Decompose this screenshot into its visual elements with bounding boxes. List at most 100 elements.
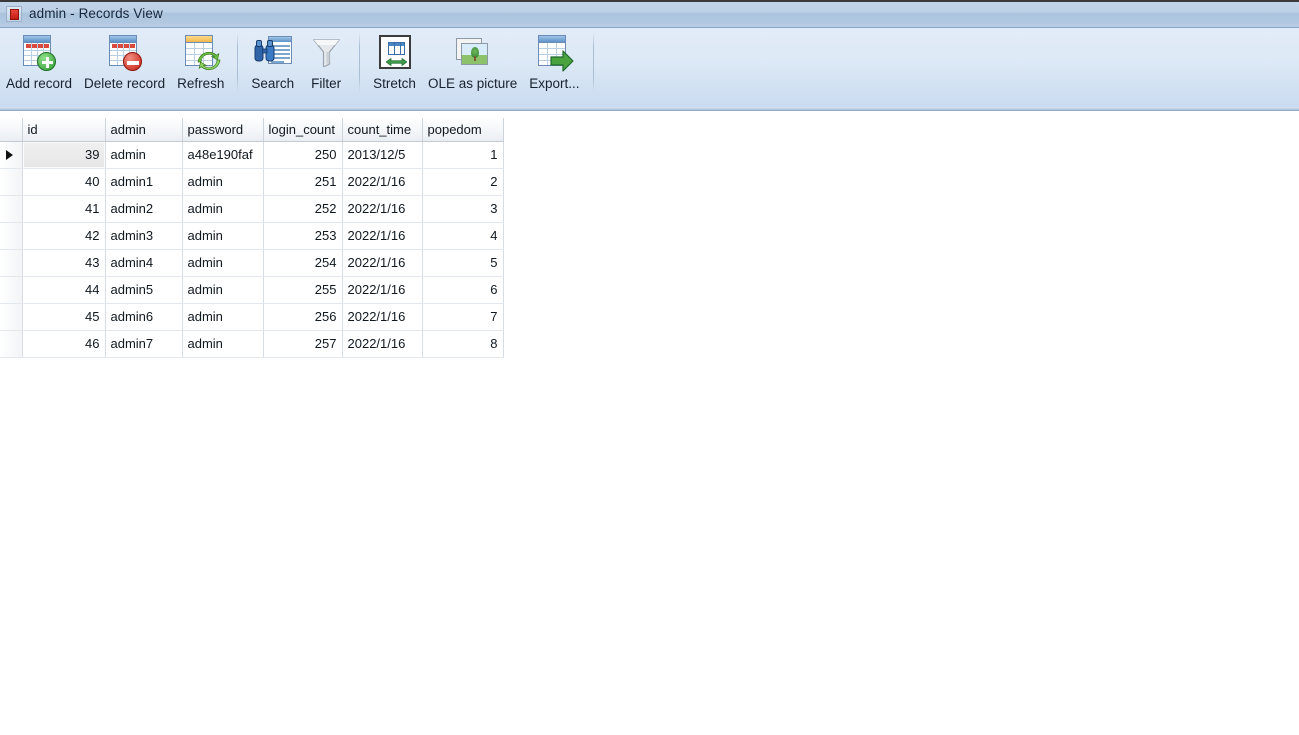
cell-count-time[interactable]: 2022/1/16 (342, 222, 423, 250)
table-body: 39 admin a48e190faf 250 2013/12/5 1 40 a… (0, 140, 504, 358)
cell-id[interactable]: 45 (22, 303, 106, 331)
app-icon: Z (6, 5, 22, 22)
export-button[interactable]: Export... (523, 28, 585, 102)
row-selector[interactable] (0, 195, 23, 223)
cell-password[interactable]: admin (182, 303, 264, 331)
cell-login-count[interactable]: 254 (263, 249, 343, 277)
cell-popedom[interactable]: 8 (422, 330, 504, 358)
cell-count-time[interactable]: 2022/1/16 (342, 330, 423, 358)
filter-icon (306, 33, 346, 73)
column-header-password[interactable]: password (182, 118, 264, 142)
cell-id[interactable]: 42 (22, 222, 106, 250)
title-bar: Z admin - Records View (0, 0, 1299, 28)
cell-id[interactable]: 39 (21, 140, 106, 169)
cell-popedom[interactable]: 3 (422, 195, 504, 223)
refresh-button[interactable]: Refresh (171, 28, 230, 102)
cell-login-count[interactable]: 255 (263, 276, 343, 304)
table-header-row: id admin password login_count count_time… (0, 118, 504, 142)
cell-admin[interactable]: admin5 (105, 276, 183, 304)
column-header-id[interactable]: id (22, 118, 106, 142)
cell-count-time[interactable]: 2022/1/16 (342, 195, 423, 223)
search-icon (253, 33, 293, 73)
cell-popedom[interactable]: 2 (422, 168, 504, 196)
cell-login-count[interactable]: 252 (263, 195, 343, 223)
cell-popedom[interactable]: 5 (422, 249, 504, 277)
table-row[interactable]: 41 admin2 admin 252 2022/1/16 3 (0, 195, 504, 223)
funnel-icon (313, 38, 341, 67)
stretch-label: Stretch (373, 76, 416, 91)
cell-login-count[interactable]: 251 (263, 168, 343, 196)
cell-count-time[interactable]: 2022/1/16 (342, 249, 423, 277)
row-selector[interactable] (0, 222, 23, 250)
refresh-icon (181, 33, 221, 73)
binoculars-icon (254, 39, 276, 63)
cell-login-count[interactable]: 256 (263, 303, 343, 331)
cell-login-count[interactable]: 257 (263, 330, 343, 358)
cell-count-time[interactable]: 2022/1/16 (342, 303, 423, 331)
stretch-button[interactable]: Stretch (367, 28, 422, 102)
cell-login-count[interactable]: 250 (263, 141, 343, 169)
cell-id[interactable]: 43 (22, 249, 106, 277)
row-selector[interactable] (0, 303, 23, 331)
table-row[interactable]: 40 admin1 admin 251 2022/1/16 2 (0, 168, 504, 196)
cell-admin[interactable]: admin (105, 141, 183, 169)
stretch-icon (375, 33, 415, 73)
column-header-admin[interactable]: admin (105, 118, 183, 142)
toolbar-separator (592, 32, 594, 92)
add-record-label: Add record (6, 76, 73, 91)
window-title: admin - Records View (29, 6, 163, 21)
cell-id[interactable]: 46 (22, 330, 106, 358)
cell-password[interactable]: admin (182, 276, 264, 304)
ole-as-picture-icon (453, 33, 493, 73)
cell-id[interactable]: 44 (22, 276, 106, 304)
refresh-label: Refresh (177, 76, 225, 91)
cell-admin[interactable]: admin3 (105, 222, 183, 250)
table-row[interactable]: 42 admin3 admin 253 2022/1/16 4 (0, 222, 504, 250)
cell-admin[interactable]: admin4 (105, 249, 183, 277)
column-header-count-time[interactable]: count_time (342, 118, 423, 142)
cell-admin[interactable]: admin1 (105, 168, 183, 196)
delete-record-icon (105, 33, 145, 73)
refresh-arrows-icon (197, 49, 221, 73)
ole-as-picture-button[interactable]: OLE as picture (422, 28, 523, 102)
row-selector[interactable] (0, 330, 23, 358)
column-header-popedom[interactable]: popedom (422, 118, 504, 142)
row-selector[interactable] (0, 168, 23, 196)
search-button[interactable]: Search (245, 28, 300, 102)
cell-popedom[interactable]: 6 (422, 276, 504, 304)
current-row-arrow-icon (6, 149, 13, 160)
records-grid[interactable]: id admin password login_count count_time… (0, 118, 504, 358)
cell-count-time[interactable]: 2022/1/16 (342, 276, 423, 304)
cell-count-time[interactable]: 2013/12/5 (342, 141, 423, 169)
delete-record-button[interactable]: Delete record (78, 28, 171, 102)
cell-password[interactable]: admin (182, 222, 264, 250)
column-header-login-count[interactable]: login_count (263, 118, 343, 142)
table-row[interactable]: 43 admin4 admin 254 2022/1/16 5 (0, 249, 504, 277)
cell-password[interactable]: admin (182, 195, 264, 223)
cell-count-time[interactable]: 2022/1/16 (342, 168, 423, 196)
cell-id[interactable]: 40 (22, 168, 106, 196)
table-row[interactable]: 46 admin7 admin 257 2022/1/16 8 (0, 330, 504, 358)
cell-admin[interactable]: admin2 (105, 195, 183, 223)
cell-password[interactable]: admin (182, 330, 264, 358)
cell-popedom[interactable]: 4 (422, 222, 504, 250)
toolbar-separator (359, 32, 361, 92)
cell-popedom[interactable]: 7 (422, 303, 504, 331)
cell-password[interactable]: admin (182, 249, 264, 277)
table-row[interactable]: 45 admin6 admin 256 2022/1/16 7 (0, 303, 504, 331)
filter-button[interactable]: Filter (300, 28, 352, 102)
cell-admin[interactable]: admin7 (105, 330, 183, 358)
add-record-button[interactable]: Add record (0, 28, 78, 102)
cell-id[interactable]: 41 (22, 195, 106, 223)
row-selector[interactable] (0, 141, 23, 169)
table-row[interactable]: 44 admin5 admin 255 2022/1/16 6 (0, 276, 504, 304)
table-row[interactable]: 39 admin a48e190faf 250 2013/12/5 1 (0, 140, 504, 169)
row-selector[interactable] (0, 249, 23, 277)
cell-password[interactable]: admin (182, 168, 264, 196)
cell-admin[interactable]: admin6 (105, 303, 183, 331)
ole-as-picture-label: OLE as picture (427, 76, 518, 91)
row-selector[interactable] (0, 276, 23, 304)
cell-login-count[interactable]: 253 (263, 222, 343, 250)
cell-password[interactable]: a48e190faf (182, 141, 264, 169)
cell-popedom[interactable]: 1 (422, 141, 504, 169)
